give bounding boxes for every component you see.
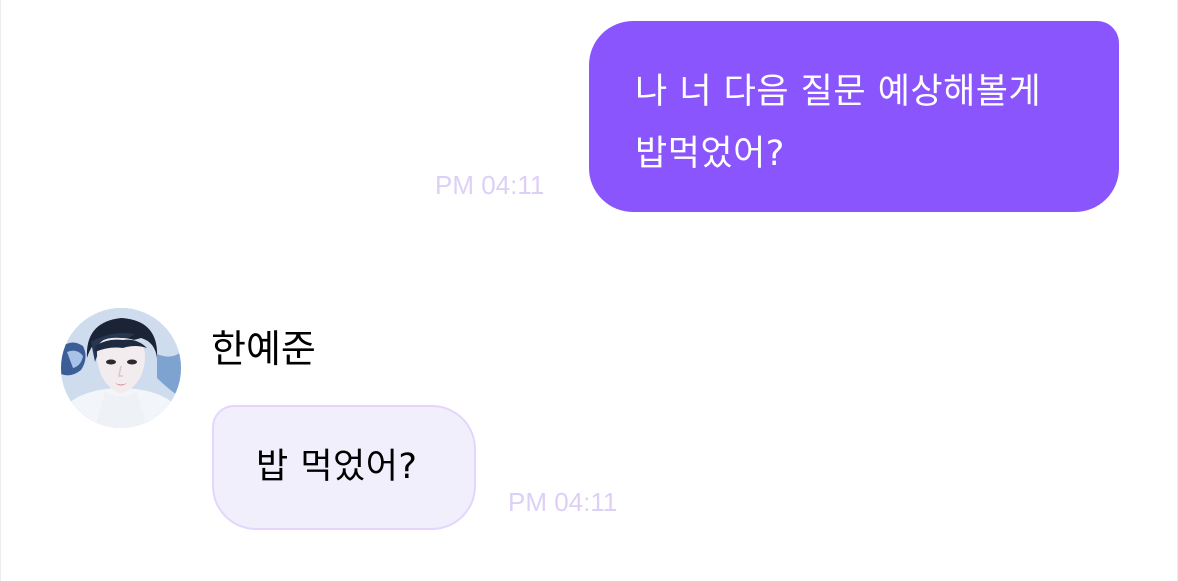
message-timestamp: PM 04:11: [508, 487, 618, 517]
profile-photo-icon: [61, 308, 181, 428]
avatar[interactable]: [61, 308, 181, 428]
message-timestamp: PM 04:11: [435, 170, 545, 200]
sender-name: 한예준: [211, 327, 316, 371]
message-text-line: 나 너 다음 질문 예상해볼게: [635, 72, 1042, 112]
chat-view: 나 너 다음 질문 예상해볼게 밥먹었어? PM 04:11 한예준 밥 먹었어…: [0, 0, 1178, 581]
message-text: 밥 먹었어?: [256, 447, 418, 487]
message-text-line: 밥먹었어?: [635, 134, 785, 174]
outgoing-message-bubble[interactable]: 나 너 다음 질문 예상해볼게 밥먹었어?: [589, 21, 1119, 212]
incoming-message-bubble[interactable]: 밥 먹었어?: [212, 405, 476, 530]
